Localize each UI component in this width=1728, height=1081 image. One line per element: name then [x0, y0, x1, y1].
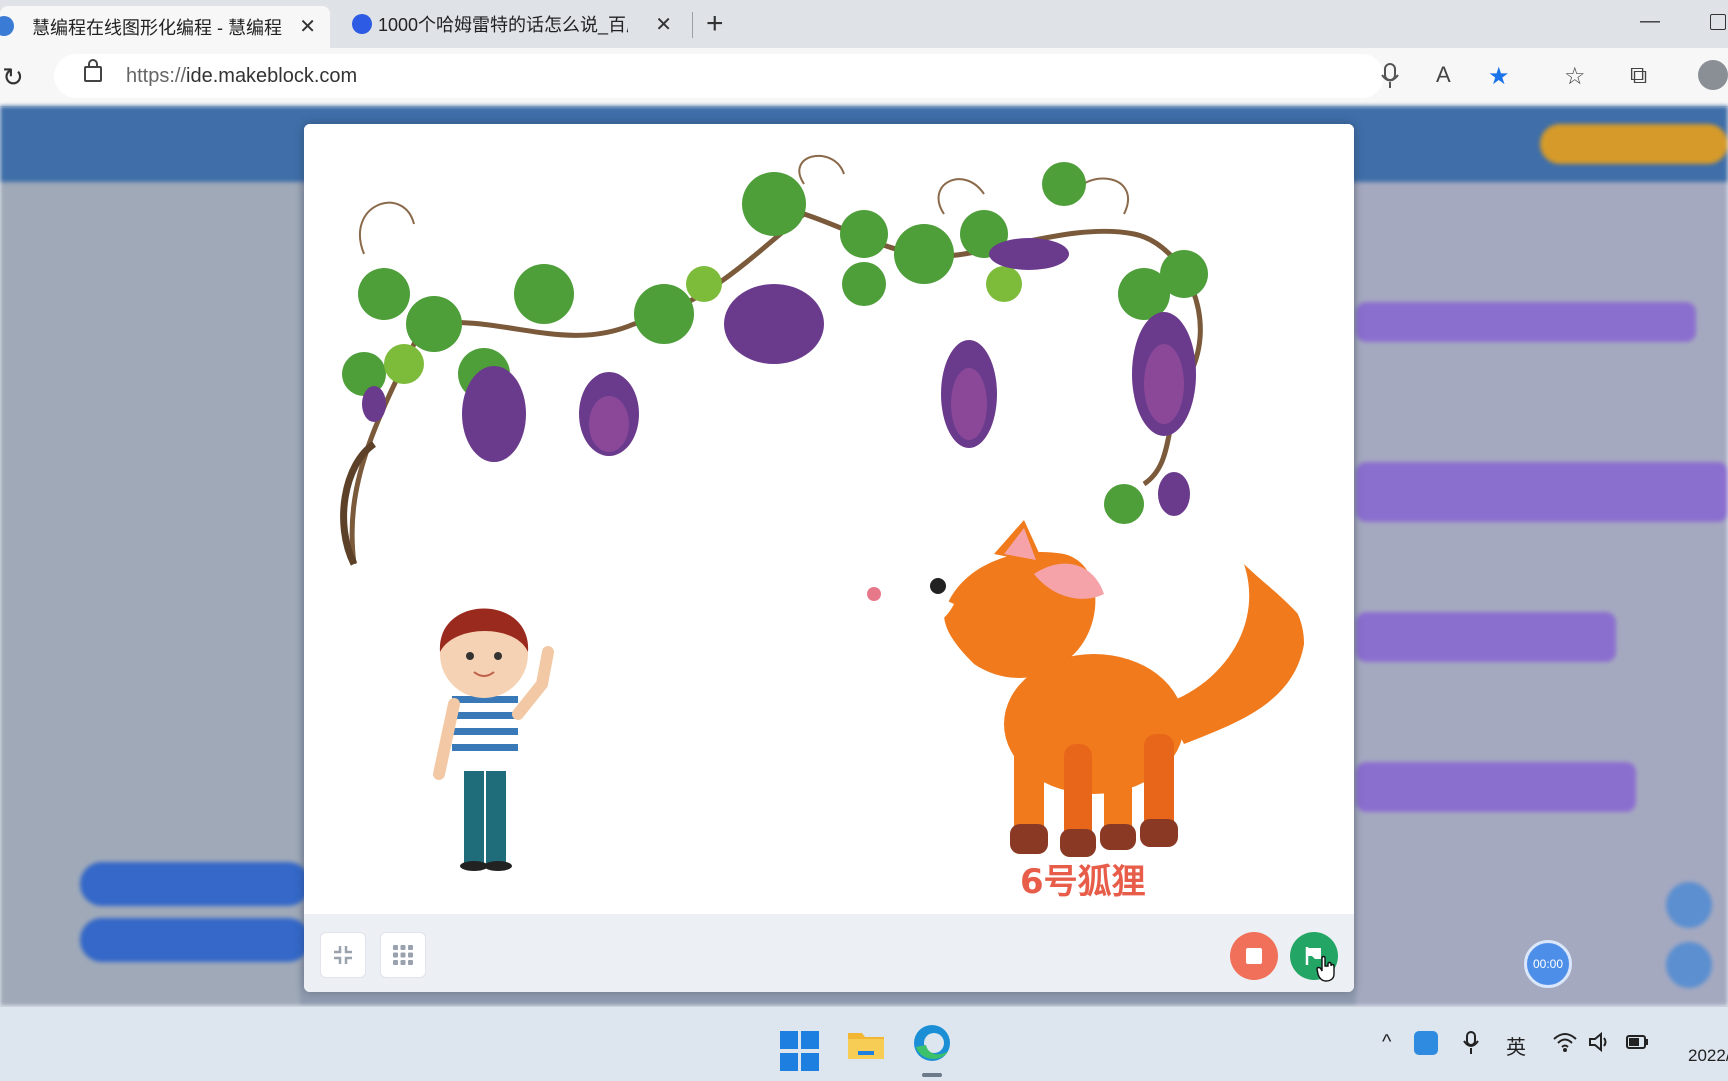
ide-sprite-panel [0, 182, 310, 1006]
stage-canvas[interactable]: 6号狐狸 [304, 124, 1354, 914]
microphone-icon[interactable] [1462, 1031, 1480, 1055]
tab-title: 1000个哈姆雷特的话怎么说_百度 [378, 15, 628, 35]
ide-script-area [1356, 182, 1728, 1006]
ide-code-block [1356, 612, 1616, 662]
favorite-star-icon[interactable]: ★ [1488, 62, 1510, 91]
new-tab-button[interactable]: + [706, 8, 724, 40]
read-aloud-icon[interactable]: A [1436, 62, 1451, 88]
battery-icon[interactable] [1624, 1031, 1650, 1053]
volume-icon[interactable] [1588, 1031, 1612, 1053]
wifi-icon[interactable] [1552, 1031, 1578, 1053]
url-text: https://ide.makeblock.com [126, 65, 357, 88]
tray-app-icon[interactable] [1414, 1031, 1438, 1055]
lock-icon[interactable] [84, 59, 102, 82]
stage-artwork [340, 155, 1314, 871]
collections-icon[interactable]: ⧉ [1630, 62, 1647, 90]
edge-browser-icon[interactable] [910, 1021, 954, 1065]
boy-sprite [433, 608, 554, 871]
baidu-paw-icon [352, 14, 372, 34]
ide-panel-button [80, 918, 310, 962]
sprite-name-label: 6号狐狸 [1020, 862, 1146, 902]
minimize-button[interactable]: — [1640, 10, 1660, 33]
ide-zoom-button [1666, 882, 1712, 928]
system-clock[interactable]: 1 2022/1 [1670, 1017, 1728, 1069]
browser-tab-bar: 慧编程在线图形化编程 - 慧编程编 ✕ 1000个哈姆雷特的话怎么说_百度 ✕ … [0, 0, 1728, 48]
grape-vine-backdrop [340, 155, 1208, 566]
exit-fullscreen-icon [334, 946, 352, 964]
grid-icon [393, 945, 413, 965]
layout-toggle-button[interactable] [380, 932, 426, 978]
close-tab-icon[interactable]: ✕ [299, 14, 316, 39]
windows-taskbar: ^ 英 1 2022/1 [0, 1006, 1728, 1081]
recording-timer[interactable]: 00:00 [1524, 940, 1572, 988]
stage-controls-bar [304, 914, 1354, 992]
ide-code-block [1356, 302, 1696, 342]
tray-overflow-chevron[interactable]: ^ [1382, 1031, 1391, 1054]
address-bar-row: ↻ https://ide.makeblock.com A ★ ☆ ⧉ [0, 48, 1728, 107]
tab-baidu[interactable]: 1000个哈姆雷特的话怎么说_百度 ✕ [346, 4, 686, 44]
url-scheme: https:// [126, 65, 187, 87]
ide-code-block [1356, 462, 1728, 522]
windows-start-icon[interactable] [780, 1031, 820, 1071]
file-explorer-icon[interactable] [844, 1021, 888, 1065]
tab-title: 慧编程在线图形化编程 - 慧编程编 [32, 18, 282, 38]
active-app-indicator [922, 1073, 942, 1077]
url-host: ide.makeblock.com [186, 65, 358, 87]
maximize-button[interactable] [1710, 14, 1726, 30]
profile-avatar-icon[interactable] [1698, 60, 1728, 90]
exit-fullscreen-button[interactable] [320, 932, 366, 978]
stage-fullscreen-modal: 6号狐狸 [304, 124, 1354, 992]
close-tab-icon[interactable]: ✕ [655, 12, 672, 37]
clock-date: 2022/1 [1688, 1046, 1728, 1065]
stop-button[interactable] [1230, 932, 1278, 980]
mouse-cursor-icon [1316, 955, 1335, 982]
ide-zoom-button [1666, 942, 1712, 988]
makeblock-icon [0, 16, 14, 36]
tab-separator [692, 12, 693, 38]
url-input[interactable]: https://ide.makeblock.com [54, 54, 1384, 98]
reload-icon[interactable]: ↻ [2, 62, 24, 93]
ide-panel-button [80, 862, 310, 906]
tab-makeblock[interactable]: 慧编程在线图形化编程 - 慧编程编 ✕ [0, 6, 330, 48]
microphone-icon[interactable] [1380, 62, 1400, 90]
ide-code-block [1356, 762, 1636, 812]
clock-time: 1 [1670, 1017, 1728, 1043]
favorites-icon[interactable]: ☆ [1564, 62, 1586, 91]
fox-sprite [867, 520, 1314, 857]
stop-icon [1246, 948, 1262, 964]
ide-header-button [1540, 124, 1728, 164]
input-method-indicator[interactable]: 英 [1506, 1031, 1526, 1060]
